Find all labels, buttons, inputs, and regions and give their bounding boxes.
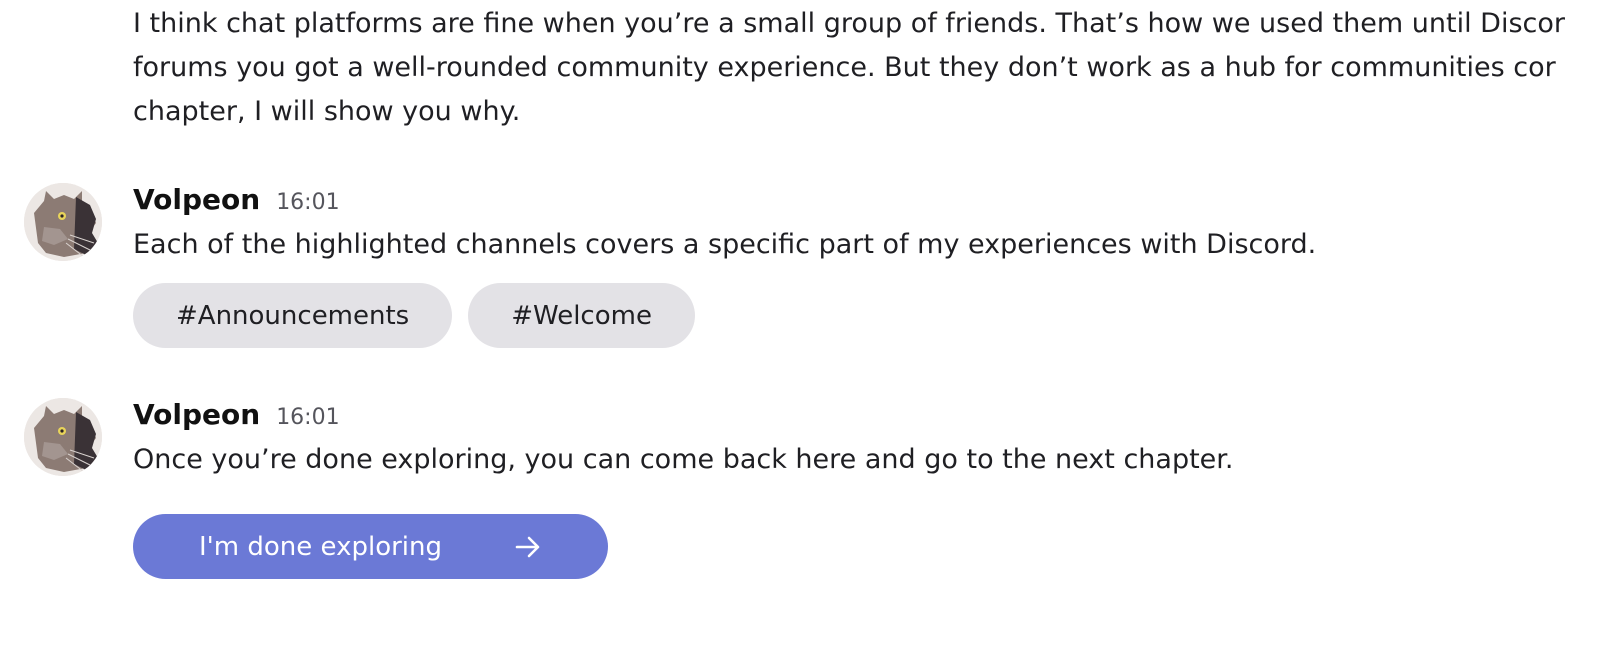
message-header: Volpeon 16:01 (133, 398, 340, 438)
dragon-avatar-icon (24, 398, 102, 476)
chat-message: Volpeon 16:01 Once you’re done exploring… (0, 398, 1610, 588)
chat-log: I think chat platforms are fine when you… (0, 0, 1610, 666)
done-exploring-button[interactable]: I'm done exploring (133, 514, 608, 579)
done-exploring-label: I'm done exploring (198, 531, 442, 562)
chat-message: Volpeon 16:01 Each of the highlighted ch… (0, 183, 1610, 353)
message-text-line: I think chat platforms are fine when you… (133, 8, 1565, 39)
channel-link-welcome[interactable]: #Welcome (468, 283, 695, 348)
message-text-line: forums you got a well-rounded community … (133, 52, 1556, 83)
message-text: Each of the highlighted channels covers … (133, 229, 1317, 260)
timestamp: 16:01 (276, 405, 340, 430)
previous-message-text: I think chat platforms are fine when you… (133, 2, 1610, 134)
avatar[interactable] (24, 398, 102, 476)
channel-link-announcements[interactable]: #Announcements (133, 283, 453, 348)
author-name[interactable]: Volpeon (133, 398, 260, 431)
message-header: Volpeon 16:01 (133, 183, 340, 223)
arrow-right-icon (514, 533, 542, 561)
dragon-avatar-icon (24, 183, 102, 261)
message-text: Once you’re done exploring, you can come… (133, 444, 1234, 475)
channel-links: #Announcements #Welcome (133, 283, 695, 348)
timestamp: 16:01 (276, 190, 340, 215)
avatar[interactable] (24, 183, 102, 261)
author-name[interactable]: Volpeon (133, 183, 260, 216)
message-text-line: chapter, I will show you why. (133, 96, 521, 127)
